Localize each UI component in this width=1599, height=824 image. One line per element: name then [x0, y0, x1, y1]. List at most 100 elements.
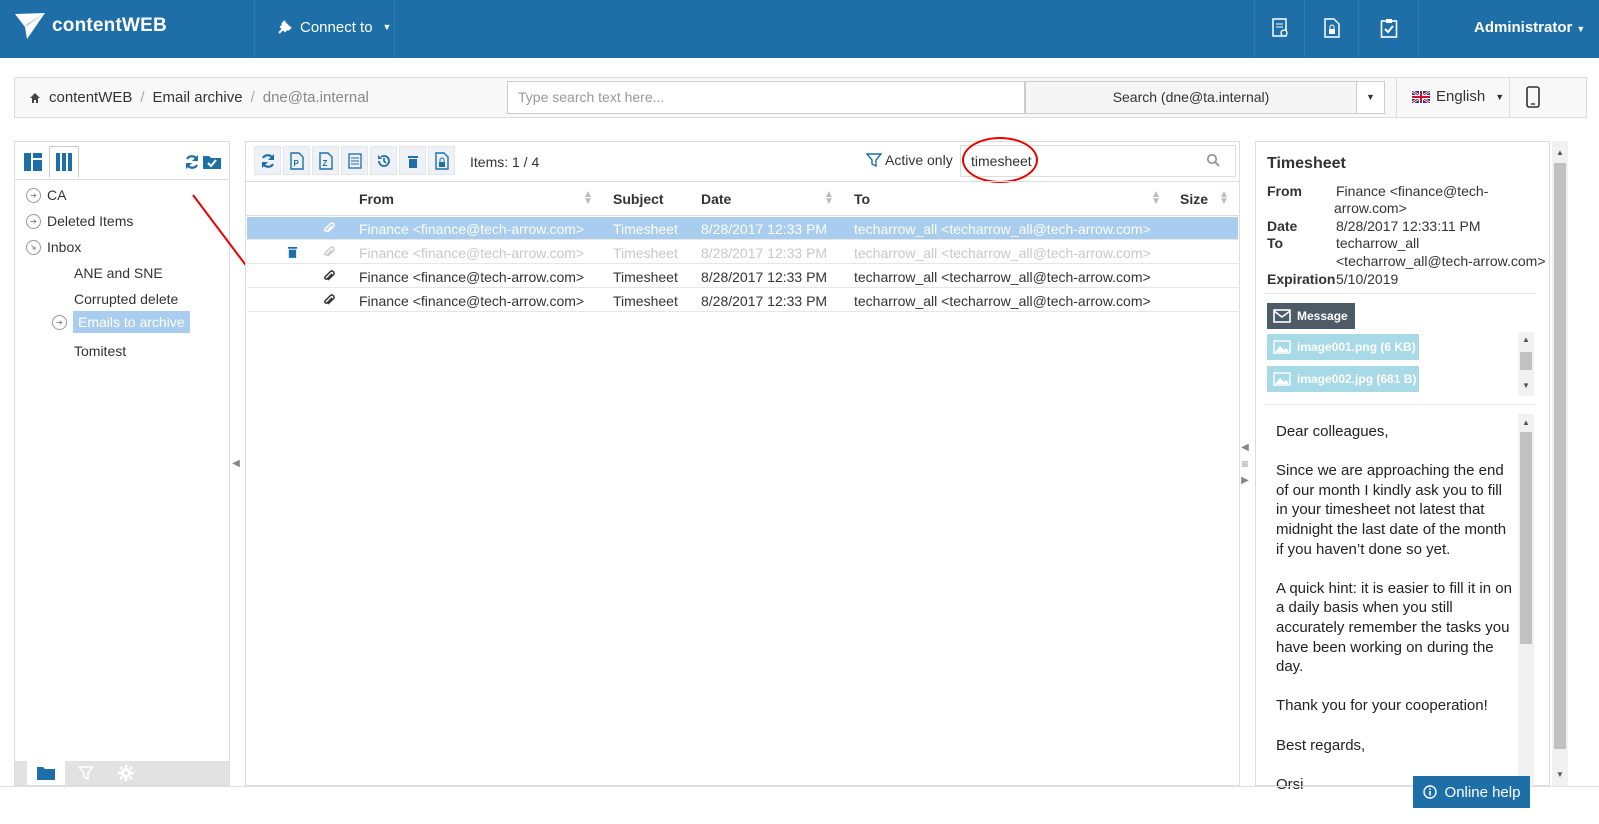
scrollbar-thumb[interactable] — [1520, 432, 1532, 644]
connect-to-menu[interactable]: Connect to ▼ — [276, 18, 391, 36]
clipboard-check-icon[interactable] — [1377, 16, 1401, 40]
attachment-icon — [323, 293, 335, 310]
home-icon — [30, 92, 40, 103]
column-header-to[interactable]: To — [854, 191, 870, 207]
breadcrumb-home[interactable]: contentWEB — [49, 89, 132, 106]
export-zip-button[interactable]: Z — [312, 146, 339, 175]
restore-button[interactable] — [370, 146, 397, 175]
column-header-from[interactable]: From — [359, 191, 394, 207]
tree-item-label: Deleted Items — [47, 213, 134, 229]
user-menu[interactable]: Administrator ▼ — [1474, 19, 1585, 36]
filter-input[interactable]: timesheet — [960, 145, 1236, 177]
cell-date: 8/28/2017 12:33 PM — [701, 245, 828, 261]
tree-view-button[interactable] — [18, 146, 48, 178]
image-icon — [1273, 340, 1291, 354]
collapse-icon[interactable]: ➔ — [22, 236, 45, 258]
sort-icon[interactable]: ▲ ▼ — [824, 190, 834, 207]
sort-icon[interactable]: ▲ ▼ — [1151, 190, 1161, 207]
breadcrumb: contentWEB / Email archive / dne@ta.inte… — [29, 89, 369, 106]
scroll-down-icon[interactable]: ▼ — [1554, 769, 1566, 781]
deleted-trash-icon — [287, 245, 298, 261]
brand[interactable]: contentWEB — [14, 12, 167, 40]
column-header-size[interactable]: Size — [1180, 191, 1208, 207]
breadcrumb-separator: / — [140, 89, 145, 106]
column-header-date[interactable]: Date — [701, 191, 731, 207]
scrollbar-thumb[interactable] — [1554, 163, 1566, 749]
expand-icon[interactable]: ➔ — [26, 213, 41, 229]
online-help-button[interactable]: Online help — [1413, 776, 1530, 808]
tree-item-emails-to-archive[interactable]: ➔ Emails to archive — [52, 311, 190, 333]
folders-tab[interactable] — [27, 761, 65, 785]
attachment-label: image002.jpg (681 B) — [1297, 372, 1417, 386]
cell-from: Finance <finance@tech-arrow.com> — [359, 293, 585, 309]
grid-header: From ▲ ▼ Subject Date ▲ ▼ To ▲ ▼ Size ▲ ▼ — [246, 181, 1239, 216]
page-scrollbar[interactable]: ▲ ▼ — [1552, 141, 1568, 786]
tree-item-label: Emails to archive — [73, 311, 190, 333]
table-row[interactable]: Finance <finance@tech-arrow.com> Timeshe… — [247, 241, 1238, 264]
cell-date: 8/28/2017 12:33 PM — [701, 221, 828, 237]
mobile-view-icon[interactable] — [1526, 86, 1540, 111]
attachment-icon — [323, 245, 335, 262]
items-count: Items: 1 / 4 — [470, 154, 540, 170]
tree-item-inbox[interactable]: ➔ Inbox — [22, 236, 81, 258]
active-only-toggle[interactable]: Active only — [866, 152, 953, 168]
message-body-scrollbar[interactable]: ▲ — [1518, 414, 1534, 787]
connect-to-label: Connect to — [300, 18, 373, 36]
preview-panel-resize-handle[interactable]: ◀ ≡ ▶ — [1238, 436, 1252, 492]
scroll-up-icon[interactable]: ▲ — [1520, 417, 1532, 429]
lock-document-icon[interactable] — [1320, 16, 1344, 40]
attachment-button[interactable]: image001.png (6 KB) — [1267, 334, 1419, 360]
tree-item-ca[interactable]: ➔ CA — [26, 187, 66, 203]
scroll-down-icon[interactable]: ▼ — [1520, 380, 1532, 392]
sort-icon[interactable]: ▲ ▼ — [1219, 190, 1229, 207]
expand-icon[interactable]: ➔ — [26, 187, 41, 203]
filter-tab[interactable] — [67, 761, 105, 785]
date-value: 8/28/2017 12:33:11 PM — [1336, 218, 1481, 234]
table-row[interactable]: Finance <finance@tech-arrow.com> Timeshe… — [247, 289, 1238, 312]
envelope-icon — [1273, 309, 1291, 323]
settings-tab[interactable] — [107, 761, 145, 785]
search-button[interactable]: Search (dne@ta.internal) — [1025, 81, 1357, 114]
search-options-dropdown[interactable]: ▼ — [1356, 81, 1385, 114]
sort-icon[interactable]: ▲ ▼ — [583, 190, 593, 207]
table-row[interactable]: Finance <finance@tech-arrow.com> Timeshe… — [247, 217, 1238, 240]
expand-icon[interactable]: ➔ — [52, 314, 67, 330]
table-row[interactable]: Finance <finance@tech-arrow.com> Timeshe… — [247, 265, 1238, 288]
lock-button[interactable] — [428, 146, 455, 175]
tree-item-tomitest[interactable]: Tomitest — [74, 343, 126, 359]
delete-button[interactable] — [399, 146, 426, 175]
language-label: English — [1436, 88, 1486, 105]
search-icon[interactable] — [1206, 153, 1220, 170]
export-pst-button[interactable]: P — [283, 146, 310, 175]
tree-item-ane-and-sne[interactable]: ANE and SNE — [74, 265, 163, 281]
attachments-scrollbar[interactable]: ▲ ▼ — [1518, 332, 1534, 396]
column-header-subject[interactable]: Subject — [613, 191, 664, 207]
filter-icon — [866, 153, 882, 168]
attachment-button[interactable]: image002.jpg (681 B) — [1267, 366, 1419, 392]
refresh-button[interactable] — [254, 146, 281, 175]
message-list-panel: P Z Items: 1 / 4 Active only timesheet F… — [245, 137, 1240, 786]
chevron-right-icon: ▶ — [1241, 475, 1249, 486]
message-button[interactable]: Message — [1267, 303, 1355, 329]
scrollbar-thumb[interactable] — [1520, 352, 1532, 370]
report-icon[interactable] — [1268, 16, 1292, 40]
pst-file-icon: P — [289, 151, 304, 170]
tree-item-deleted-items[interactable]: ➔ Deleted Items — [26, 213, 133, 229]
scroll-up-icon[interactable]: ▲ — [1554, 147, 1566, 159]
cell-to: techarrow_all <techarrow_all@tech-arrow.… — [854, 293, 1151, 309]
column-view-button[interactable] — [49, 146, 79, 178]
breadcrumb-section[interactable]: Email archive — [153, 89, 243, 106]
preview-title: Timesheet — [1267, 155, 1346, 172]
tree-item-corrupted-delete[interactable]: Corrupted delete — [74, 291, 178, 307]
divider — [1509, 78, 1510, 117]
search-input[interactable]: Type search text here... — [507, 81, 1025, 114]
scroll-up-icon[interactable]: ▲ — [1520, 334, 1532, 346]
language-selector[interactable]: English ▼ — [1412, 88, 1504, 105]
list-details-button[interactable] — [341, 146, 368, 175]
collapse-folder-panel-handle[interactable]: ◀ — [229, 450, 243, 476]
user-name: Administrator — [1474, 19, 1573, 36]
from-value-line1: Finance <finance@tech- — [1336, 183, 1489, 199]
folder-check-button[interactable] — [197, 146, 227, 178]
nav-divider — [1358, 0, 1359, 58]
chevron-left-icon: ◀ — [232, 457, 240, 469]
